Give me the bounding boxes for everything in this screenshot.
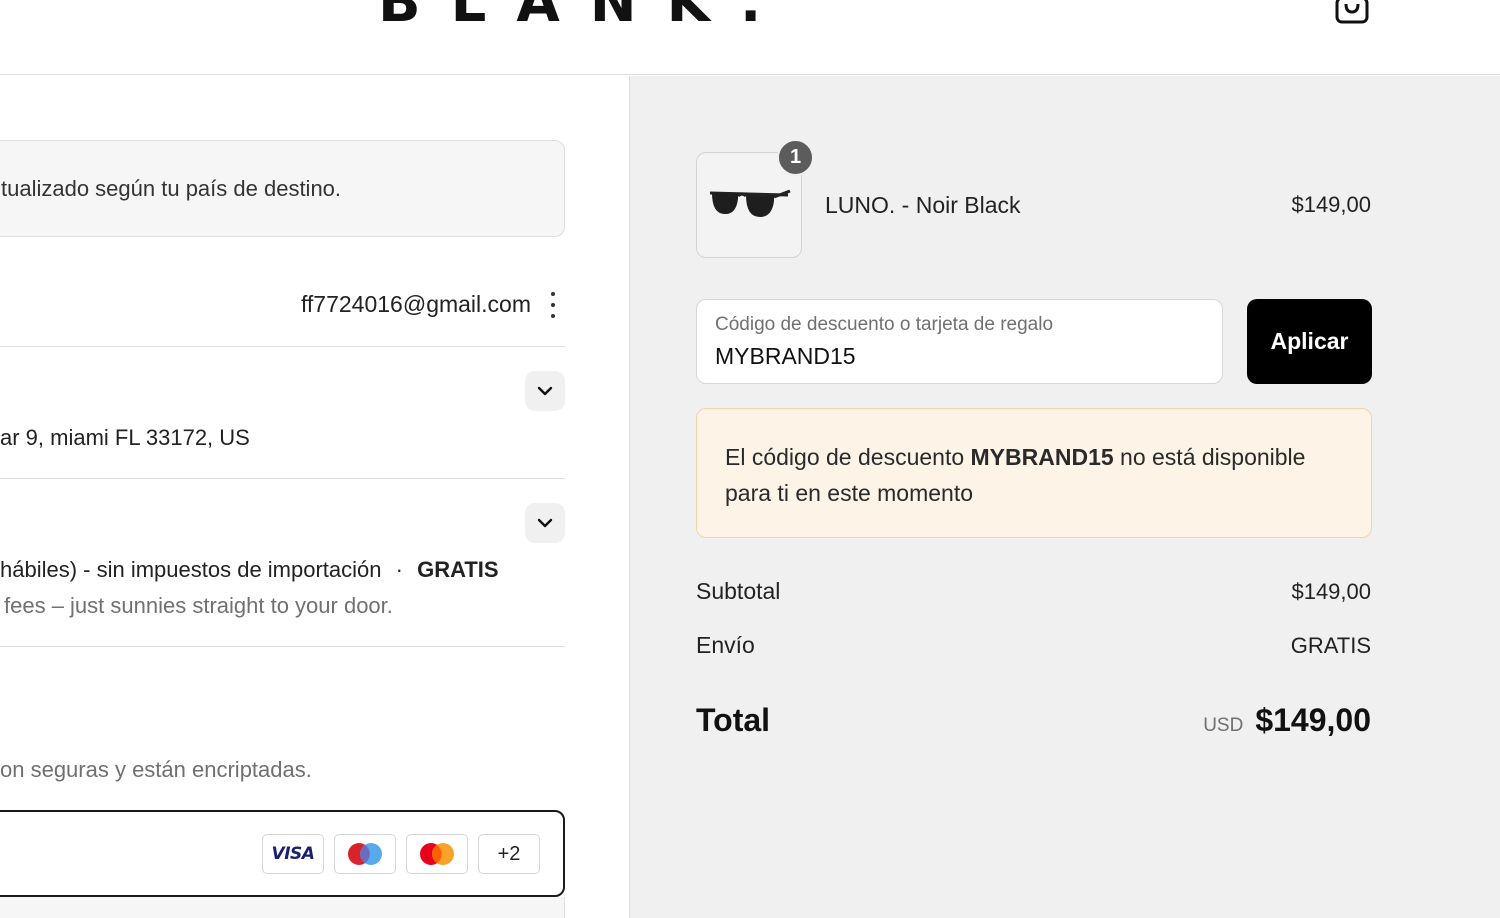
order-summary: 1 LUNO. - Noir Black $149,00 Código de d… <box>629 76 1500 918</box>
contact-email: ff7724016@gmail.com <box>300 291 531 317</box>
maestro-icon <box>348 843 382 865</box>
more-cards-label: +2 <box>497 842 521 865</box>
product-name: LUNO. - Noir Black <box>825 192 1021 218</box>
mastercard-card-logo <box>406 834 468 874</box>
subtotal-value: $149,00 <box>1291 579 1371 604</box>
shipping-value: GRATIS <box>1290 633 1371 658</box>
shipping-method-expand-button[interactable] <box>525 503 565 543</box>
alert-prefix: El código de descuento <box>725 444 971 470</box>
maestro-card-logo <box>334 834 396 874</box>
discount-error-text: El código de descuento MYBRAND15 no está… <box>725 439 1355 511</box>
apply-discount-button[interactable]: Aplicar <box>1247 299 1372 384</box>
more-cards-badge: +2 <box>478 834 540 874</box>
divider <box>0 346 565 347</box>
quantity-badge: 1 <box>777 139 814 176</box>
shipping-separator: · <box>395 557 403 582</box>
shipping-method-price: GRATIS <box>417 557 499 582</box>
mastercard-icon <box>420 843 454 865</box>
product-price: $149,00 <box>1291 192 1371 217</box>
divider <box>0 478 565 479</box>
divider <box>0 646 565 647</box>
total-amount: USD $149,00 <box>1203 702 1371 739</box>
more-vertical-icon[interactable] <box>547 292 559 318</box>
total-label: Total <box>696 702 771 738</box>
ship-to-expand-button[interactable] <box>525 371 565 411</box>
discount-code-input[interactable] <box>715 343 1195 370</box>
total-currency: USD <box>1203 715 1244 736</box>
sunglasses-icon <box>709 189 791 217</box>
card-details-panel <box>0 897 565 918</box>
total-value: $149,00 <box>1255 702 1371 738</box>
destination-notice: tualizado según tu país de destino. <box>0 140 565 237</box>
shipping-note: fees – just sunnies straight to your doo… <box>4 593 393 618</box>
discount-error-alert: El código de descuento MYBRAND15 no está… <box>696 408 1372 538</box>
contact-row: ff7724016@gmail.com <box>0 286 565 346</box>
payment-secure-text: on seguras y están encriptadas. <box>0 757 312 782</box>
header: BLANK. <box>0 0 1500 75</box>
subtotal-label: Subtotal <box>696 578 781 604</box>
alert-code: MYBRAND15 <box>970 444 1114 470</box>
discount-code-field[interactable]: Código de descuento o tarjeta de regalo <box>696 299 1223 384</box>
chevron-down-icon <box>537 518 553 528</box>
shipping-label: Envío <box>696 632 755 658</box>
chevron-down-icon <box>537 386 553 396</box>
ship-to-address: ar 9, miami FL 33172, US <box>0 425 250 450</box>
visa-card-logo: VISA <box>262 834 324 874</box>
discount-code-label: Código de descuento o tarjeta de regalo <box>715 314 1054 335</box>
payment-method-credit-card[interactable]: VISA +2 <box>0 810 565 897</box>
shopping-bag-icon[interactable] <box>1334 0 1370 24</box>
checkout-form-column: tualizado según tu país de destino. ff77… <box>0 76 629 918</box>
shipping-method: hábiles) - sin impuestos de importación … <box>0 557 499 583</box>
shipping-method-name: hábiles) - sin impuestos de importación <box>0 557 382 582</box>
visa-label: VISA <box>271 844 315 864</box>
notice-text: tualizado según tu país de destino. <box>1 176 342 201</box>
store-logo[interactable]: BLANK. <box>378 0 791 35</box>
